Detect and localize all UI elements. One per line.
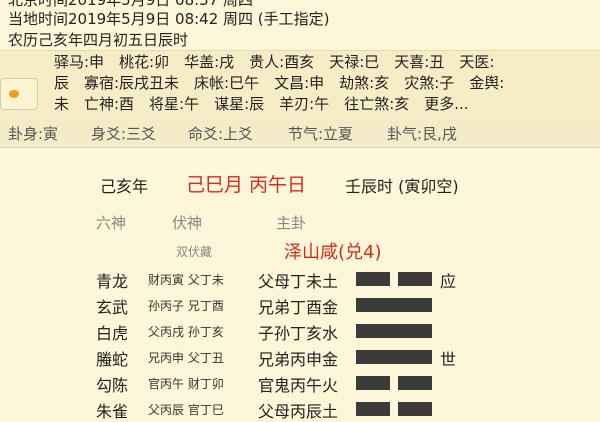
yin-yao-segment (398, 376, 432, 390)
local-time: 当地时间2019年5月9日 08:42 周四 (手工指定) (8, 10, 330, 28)
yin-yao-segment (398, 402, 432, 416)
yin-yao-segment (398, 272, 432, 286)
yin-yao-segment (356, 402, 390, 416)
gua-name[interactable]: 泽山咸(兑4) (284, 238, 382, 264)
col-fushen: 伏神 (172, 214, 203, 232)
zhugua-line-label: 兄弟丙申金 (258, 350, 339, 369)
jieqi-label: 节气:立夏 (288, 125, 354, 143)
fushen-label: 财丙寅 父丁未 (148, 273, 224, 287)
shiying-mark: 应 (440, 272, 457, 291)
shenyao-label: 身爻:三爻 (91, 125, 157, 143)
liushen-label: 朱雀 (96, 402, 129, 421)
zhugua-line-label: 兄弟丁酉金 (258, 298, 339, 317)
shensha-toggle-button[interactable] (0, 78, 38, 110)
shensha-row: 驿马:申 桃花:卯 华盖:戌 贵人:酉亥 天禄:巳 天喜:丑 天医: (54, 53, 495, 71)
yin-yao-segment (356, 272, 390, 286)
gua-panel: 己亥年 己巳月 丙午日 壬辰时 (寅卯空) 六神 伏神 主卦 双伏藏 泽山咸(兑… (0, 148, 600, 421)
liushen-label: 螣蛇 (96, 350, 129, 369)
liushen-label: 勾陈 (96, 376, 129, 395)
zhugua-line-label: 父母丙辰土 (258, 402, 339, 421)
shensha-row[interactable]: 未 亡神:酉 将星:午 谋星:辰 羊刃:午 往亡煞:亥 更多... (54, 94, 504, 115)
fushen-label: 孙丙子 兄丁酉 (148, 299, 224, 313)
fushen-label: 父丙戌 孙丁亥 (148, 325, 224, 339)
toggle-dot-icon (9, 90, 19, 98)
mingyao-label: 命爻:上爻 (188, 125, 254, 143)
liushen-label: 白虎 (96, 324, 129, 343)
yin-yao-segment (356, 376, 390, 390)
shiying-mark: 世 (440, 350, 457, 369)
fushen-label: 父丙辰 官丁巳 (148, 403, 224, 417)
shensha-list: 驿马:申 桃花:卯 华盖:戌 贵人:酉亥 天禄:巳 天喜:丑 天医: 辰 寡宿:… (54, 52, 504, 115)
zhugua-line-label: 官鬼丙午火 (258, 376, 339, 395)
gua-info-bar: 卦身:寅 身爻:三爻 命爻:上爻 节气:立夏 卦气:艮,戌 (0, 119, 600, 148)
yang-yao-bar (356, 298, 432, 312)
yao-row: 白虎 父丙戌 孙丁亥 子孙丁亥水 (0, 320, 600, 344)
time-header: 北京时间2019年5月9日 08:37 周四 当地时间2019年5月9日 08:… (0, 0, 600, 50)
yao-row: 青龙 财丙寅 父丁未 父母丁未土 应 (0, 268, 600, 292)
col-zhugua: 主卦 (276, 214, 307, 232)
fushen-label: 兄丙申 父丁丑 (148, 351, 224, 365)
liushen-label: 玄武 (96, 298, 129, 317)
zhugua-line-label: 父母丁未土 (258, 272, 339, 291)
yao-row: 螣蛇 兄丙申 父丁丑 兄弟丙申金 世 (0, 346, 600, 370)
zhugua-line-label: 子孙丁亥水 (258, 324, 339, 343)
col-liushen: 六神 (96, 214, 127, 232)
yang-yao-bar (356, 350, 432, 364)
shensha-row: 辰 寡宿:辰戌丑未 床帐:巳午 文昌:申 劫煞:亥 灾煞:子 金舆: (54, 74, 505, 92)
yao-row: 玄武 孙丙子 兄丁酉 兄弟丁酉金 (0, 294, 600, 318)
month-day-ganzhi: 己巳月 丙午日 (186, 174, 307, 196)
guaqi-label: 卦气:艮,戌 (387, 125, 457, 143)
yao-row: 朱雀 父丙辰 官丁巳 父母丙辰土 (0, 398, 600, 422)
guashen-label: 卦身:寅 (8, 125, 59, 143)
fushen-label: 官丙午 财丁卯 (148, 377, 224, 391)
liushen-label: 青龙 (96, 272, 129, 291)
yao-row: 勾陈 官丙午 财丁卯 官鬼丙午火 (0, 372, 600, 396)
yang-yao-bar (356, 324, 432, 338)
shuangfucang-label: 双伏藏 (176, 245, 213, 259)
year-ganzhi: 己亥年 (100, 177, 149, 196)
lunar-date: 农历己亥年四月初五日辰时 (8, 31, 189, 49)
hour-ganzhi: 壬辰时 (寅卯空) (345, 177, 459, 196)
